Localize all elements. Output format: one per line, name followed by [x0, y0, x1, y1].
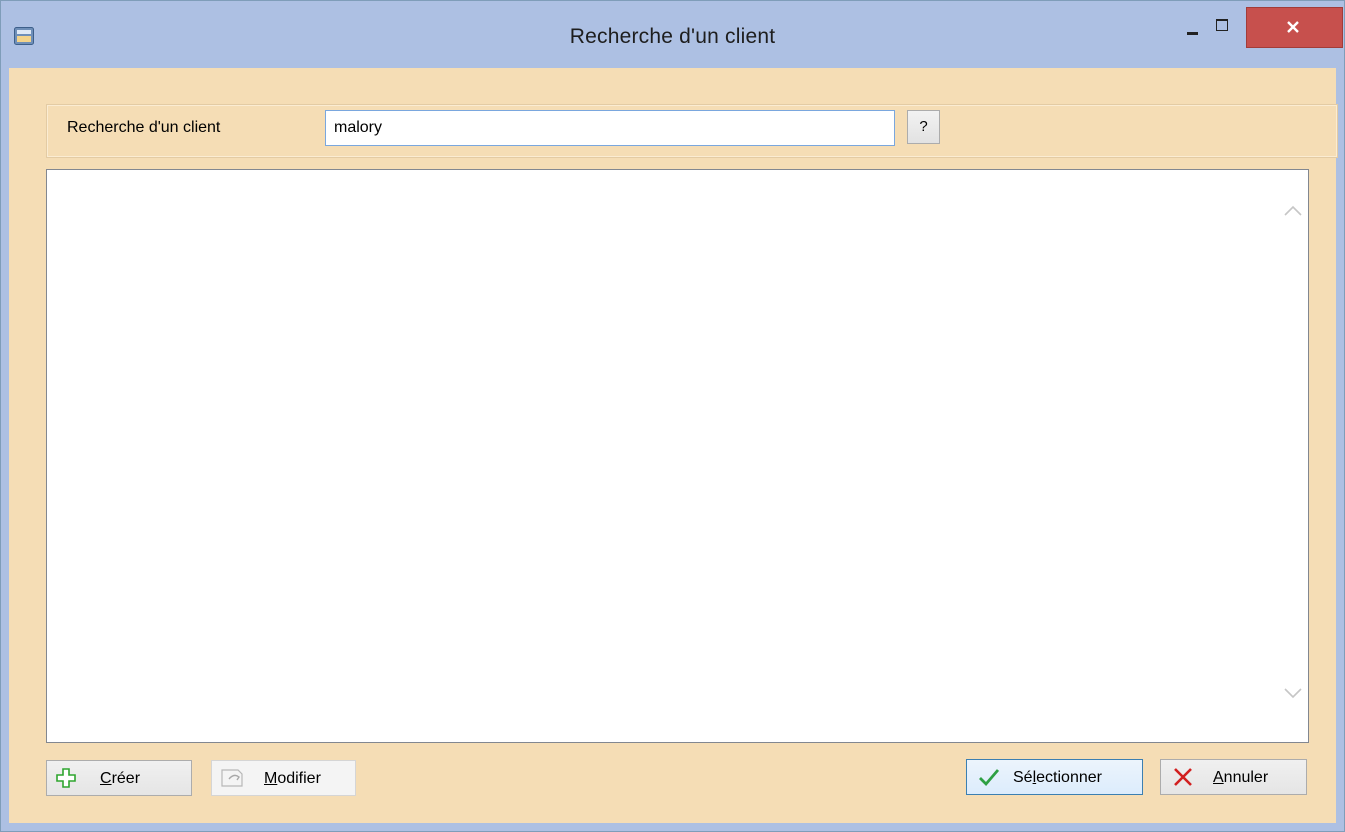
check-icon — [979, 769, 1000, 787]
close-button[interactable] — [1246, 7, 1343, 48]
plus-icon — [56, 768, 76, 788]
dialog-window: Recherche d'un client Recherche d'un cli… — [0, 0, 1345, 832]
search-panel: Recherche d'un client ? — [46, 104, 1338, 158]
maximize-button[interactable] — [1207, 1, 1239, 45]
select-button[interactable]: Sélectionner — [966, 759, 1143, 795]
modify-label: Modifier — [264, 770, 321, 787]
dialog-body: Recherche d'un client ? Créer — [9, 68, 1338, 823]
vertical-scrollbar[interactable] — [1278, 170, 1308, 742]
create-label: Créer — [100, 770, 141, 787]
create-button[interactable]: Créer — [46, 760, 192, 796]
close-icon — [1287, 21, 1299, 33]
results-list[interactable] — [46, 169, 1309, 743]
select-label: Sélectionner — [1013, 769, 1102, 786]
help-button[interactable]: ? — [907, 110, 940, 144]
cross-icon — [1174, 768, 1192, 786]
title-bar[interactable]: Recherche d'un client — [1, 1, 1344, 68]
modify-button[interactable]: Modifier — [211, 760, 356, 796]
maximize-icon — [1216, 19, 1228, 31]
chevron-up-icon[interactable] — [1283, 204, 1303, 218]
search-label: Recherche d'un client — [67, 119, 221, 136]
cancel-button[interactable]: Annuler — [1160, 759, 1307, 795]
chevron-down-icon[interactable] — [1283, 686, 1303, 700]
search-input[interactable] — [325, 110, 895, 146]
cancel-label: Annuler — [1213, 769, 1269, 786]
minimize-icon — [1187, 32, 1198, 35]
window-title: Recherche d'un client — [569, 25, 776, 48]
edit-icon — [221, 769, 243, 787]
